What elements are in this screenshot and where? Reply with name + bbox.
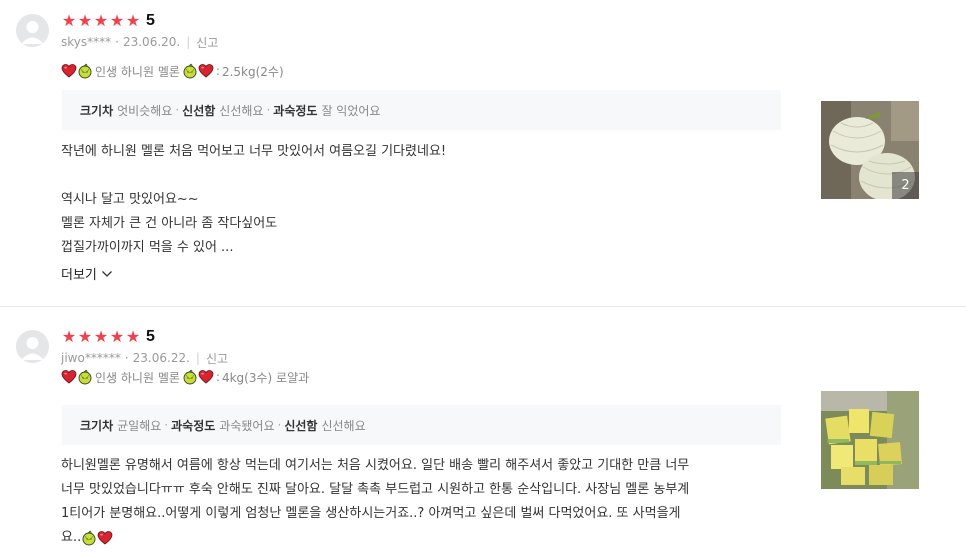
review-text-line: 껍질가까이까지 먹을 수 있어 ... xyxy=(61,240,234,255)
attr-value: 잘 익었어요 xyxy=(321,103,381,118)
melon-icon xyxy=(77,63,93,79)
attr-value: 엇비슷해요 xyxy=(117,103,173,118)
photo-count: 2 xyxy=(892,172,919,199)
star-icon: ★ xyxy=(109,11,125,30)
attr-key: 크기차 xyxy=(80,418,114,433)
melon-icon xyxy=(81,530,97,546)
report-link[interactable]: 신고 xyxy=(206,350,228,367)
report-link[interactable]: 신고 xyxy=(196,34,218,51)
review-text-line: 너무 맛있었습니다ㅠㅠ 후숙 안해도 진짜 달아요. 달달 촉촉 부드럽고 시원… xyxy=(61,482,690,497)
star-icon: ★ xyxy=(109,327,125,346)
melon-photo xyxy=(821,391,919,489)
review-text-line: 1티어가 분명해요..어떻게 이렇게 엄청난 멜론을 생산하시는거죠..? 아껴… xyxy=(61,506,681,521)
heart-icon xyxy=(198,369,214,385)
avatar xyxy=(16,330,49,363)
review-card: ★ ★ ★ ★ ★ 5 skys**** · 23.06.20. | 신고 인생… xyxy=(0,0,966,307)
chevron-down-icon xyxy=(101,270,112,277)
star-icon: ★ xyxy=(77,327,93,346)
review-body: 하니원멜론 유명해서 여름에 항상 먹는데 여기서는 처음 시켰어요. 일단 배… xyxy=(61,454,791,550)
star-icon: ★ xyxy=(77,11,93,30)
rating: ★ ★ ★ ★ ★ 5 xyxy=(61,10,218,32)
rating-score: 5 xyxy=(146,12,155,29)
star-icon: ★ xyxy=(93,11,109,30)
purchase-option: 인생 하니원 멜론 : 2.5kg(2수) xyxy=(61,61,284,81)
star-icon: ★ xyxy=(61,11,77,30)
review-header: ★ ★ ★ ★ ★ 5 jiwo****** · 23.06.22. | 신고 xyxy=(61,326,228,367)
star-icon: ★ xyxy=(93,327,109,346)
option-name: 인생 하니원 멜론 xyxy=(95,64,180,79)
review-photo[interactable] xyxy=(821,391,919,489)
more-button[interactable]: 더보기 xyxy=(61,264,113,283)
melon-icon xyxy=(182,63,198,79)
review-text-line: 요.. xyxy=(61,530,82,545)
attr-value: 균일해요 xyxy=(117,418,162,433)
attr-key: 신선함 xyxy=(284,418,318,433)
more-label: 더보기 xyxy=(61,268,97,283)
review-text-line: 역시나 달고 맛있어요~~ xyxy=(61,192,199,207)
heart-icon xyxy=(198,63,214,79)
avatar xyxy=(16,14,49,47)
heart-icon xyxy=(61,369,77,385)
review-text-line-last: 요.. xyxy=(61,526,791,550)
attr-key: 과숙정도 xyxy=(273,103,318,118)
heart-icon xyxy=(97,530,113,546)
attr-value: 신선해요 xyxy=(219,103,264,118)
option-weight: 4kg(3수) 로얄과 xyxy=(221,370,310,385)
attr-key: 크기차 xyxy=(80,103,114,118)
user-id: jiwo****** xyxy=(61,351,121,365)
attr-key: 신선함 xyxy=(182,103,216,118)
attr-value: 과숙됐어요 xyxy=(219,418,275,433)
review-meta: skys**** · 23.06.20. | 신고 xyxy=(61,34,219,51)
rating-score: 5 xyxy=(146,328,155,345)
review-date: 23.06.20. xyxy=(122,35,181,49)
review-text-line: 하니원멜론 유명해서 여름에 항상 먹는데 여기서는 처음 시켰어요. 일단 배… xyxy=(61,458,690,473)
star-icon: ★ xyxy=(61,327,77,346)
review-attributes: 크기차 엇비슷해요 · 신선함 신선해요 · 과숙정도 잘 익었어요 xyxy=(62,90,781,130)
user-id: skys**** xyxy=(61,35,112,49)
melon-icon xyxy=(182,369,198,385)
attr-key: 과숙정도 xyxy=(171,418,216,433)
option-weight: 2.5kg(2수) xyxy=(221,64,284,79)
review-body: 작년에 하니원 멜론 처음 먹어보고 너무 맛있어서 여름오길 기다렸네요! 역… xyxy=(61,140,761,260)
review-header: ★ ★ ★ ★ ★ 5 skys**** · 23.06.20. | 신고 xyxy=(61,10,218,51)
heart-icon xyxy=(61,63,77,79)
review-text-line: 작년에 하니원 멜론 처음 먹어보고 너무 맛있어서 여름오길 기다렸네요! xyxy=(61,144,447,159)
star-icon: ★ xyxy=(125,327,141,346)
option-name: 인생 하니원 멜론 xyxy=(95,370,180,385)
melon-icon xyxy=(77,369,93,385)
purchase-option: 인생 하니원 멜론 : 4kg(3수) 로얄과 xyxy=(61,367,309,387)
review-card: ★ ★ ★ ★ ★ 5 jiwo****** · 23.06.22. | 신고 … xyxy=(0,308,966,554)
review-date: 23.06.22. xyxy=(132,351,190,365)
attr-value: 신선해요 xyxy=(321,418,366,433)
review-photo[interactable]: 2 xyxy=(821,101,919,199)
review-attributes: 크기차 균일해요 · 과숙정도 과숙됐어요 · 신선함 신선해요 xyxy=(62,405,781,445)
review-text-line: 멜론 자체가 큰 건 아니라 좀 작다싶어도 xyxy=(61,216,278,231)
rating: ★ ★ ★ ★ ★ 5 xyxy=(61,326,228,348)
review-meta: jiwo****** · 23.06.22. | 신고 xyxy=(61,350,229,367)
star-icon: ★ xyxy=(125,11,141,30)
